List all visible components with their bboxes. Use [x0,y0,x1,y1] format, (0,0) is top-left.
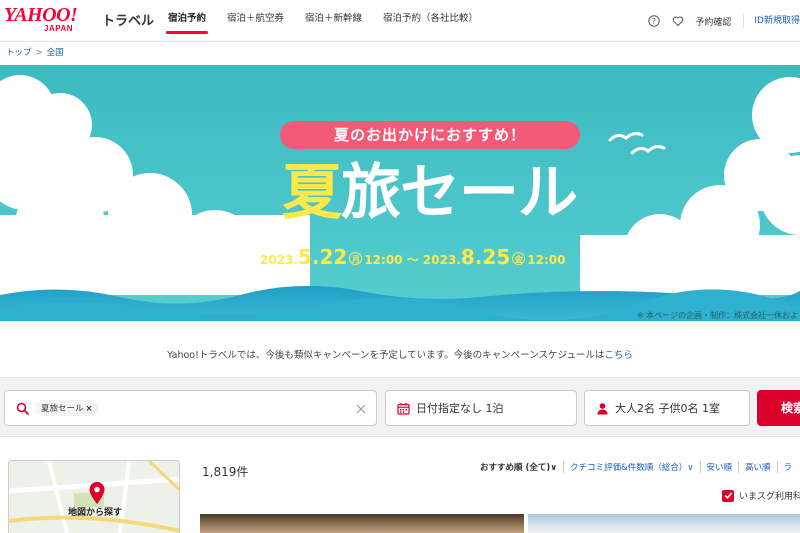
main-nav: 宿泊予約 宿泊＋航空券 宿泊＋新幹線 宿泊予約（各社比較） [160,0,491,42]
campaign-info: Yahoo!トラベルでは、今後も類似キャンペーンを予定しています。今後のキャンペ… [0,347,800,361]
campaign-info-text: Yahoo!トラベルでは、今後も類似キャンペーンを予定しています。今後のキャンペ… [167,350,605,361]
logo-travel-text: トラベル [102,14,155,29]
site-logo[interactable]: YAHOO! JAPAN トラベル [4,4,154,34]
end-year: 2023. [422,253,461,267]
checkbox-checked-icon[interactable] [722,489,734,502]
now-usable-filter[interactable]: いまスグ利用科 [722,489,800,502]
hotel-photo[interactable] [200,514,524,533]
end-date: 8.25 [460,245,511,269]
start-date: 5.22 [297,245,348,269]
keyword-field[interactable]: 夏旅セール × [4,390,377,426]
end-weekday: 金 [512,252,526,265]
start-year: 2023. [260,253,298,267]
help-icon[interactable]: ? [647,14,661,28]
breadcrumb-top[interactable]: トップ [6,48,32,58]
reservation-check-link[interactable]: 予約確認 [695,15,731,28]
campaign-pill: 夏のお出かけにおすすめ！ [280,121,580,149]
sale-title-first: 夏 [282,158,342,228]
start-weekday: 月 [349,252,363,265]
map-search-box[interactable]: 地図から探す [8,460,180,533]
sort-most-expensive[interactable]: 高い順 [739,461,778,473]
campaign-banner[interactable]: 夏のお出かけにおすすめ！ 夏旅セール 2023.5.22 月 12:00 〜 202… [0,65,800,333]
period-tilde: 〜 [406,253,419,267]
keyword-chip[interactable]: 夏旅セール × [35,400,99,416]
result-count: 1,819件 [202,465,249,479]
sort-cheapest[interactable]: 安い順 [701,461,740,473]
guests-field-text: 大人2名 子供0名 1室 [615,402,720,415]
chip-remove-icon[interactable]: × [86,404,93,414]
search-icon [15,401,29,415]
now-usable-label: いまスグ利用科 [739,492,800,502]
breadcrumb-current[interactable]: 全国 [47,48,64,58]
nav-item-hotel[interactable]: 宿泊予約 [160,0,214,42]
banner-note: ※ 本ページの企画・制作：株式会社一休およ [636,311,798,320]
nav-item-hotel-air[interactable]: 宿泊＋航空券 [219,0,292,42]
end-time: 12:00 [527,253,566,267]
map-pin-icon [88,481,106,505]
svg-text:?: ? [652,17,656,26]
keyword-chip-label: 夏旅セール [41,404,84,414]
guests-field[interactable]: 大人2名 子供0名 1室 [584,390,750,426]
sort-options: おすすめ順 (全て)∨ クチコミ評価&件数順（総合）∨ 安い順 高い順 ラ [480,460,798,474]
heart-icon[interactable] [671,14,685,28]
breadcrumb-separator: > [35,48,43,58]
sort-reviews[interactable]: クチコミ評価&件数順（総合）∨ [564,461,701,473]
date-field-text: 日付指定なし 1泊 [416,402,504,415]
map-search-label: 地図から探す [67,508,122,518]
date-field[interactable]: 日付指定なし 1泊 [385,390,577,426]
sale-title-rest: 旅セール [341,158,578,228]
campaign-schedule-link[interactable]: こちら [604,350,633,361]
start-time: 12:00 [364,253,403,267]
sale-period: 2023.5.22 月 12:00 〜 2023.8.25 金 12:00 [260,245,620,269]
breadcrumb: トップ > 全国 [6,46,64,58]
calendar-icon [396,401,410,415]
person-icon [595,401,609,415]
id-register-link[interactable]: ID新規取得 [743,14,800,28]
nav-item-hotel-shinkansen[interactable]: 宿泊＋新幹線 [297,0,370,42]
sale-title: 夏旅セール [282,153,602,233]
nav-item-hotel-compare[interactable]: 宿泊予約（各社比較） [375,0,486,42]
site-header: YAHOO! JAPAN トラベル 宿泊予約 宿泊＋航空券 宿泊＋新幹線 宿泊予… [0,0,800,42]
header-right: ? 予約確認 ID新規取得 [647,0,800,42]
search-button[interactable]: 検索 [757,390,800,426]
search-bar: 夏旅セール × 日付指定なし 1泊 大人2名 子供0名 1室 検索 [0,377,800,437]
logo-japan-text: JAPAN [44,24,74,33]
sort-more[interactable]: ラ [778,461,799,473]
sort-recommended[interactable]: おすすめ順 (全て)∨ [480,461,565,473]
hotel-photo[interactable] [528,514,800,533]
clear-icon[interactable] [354,401,368,415]
